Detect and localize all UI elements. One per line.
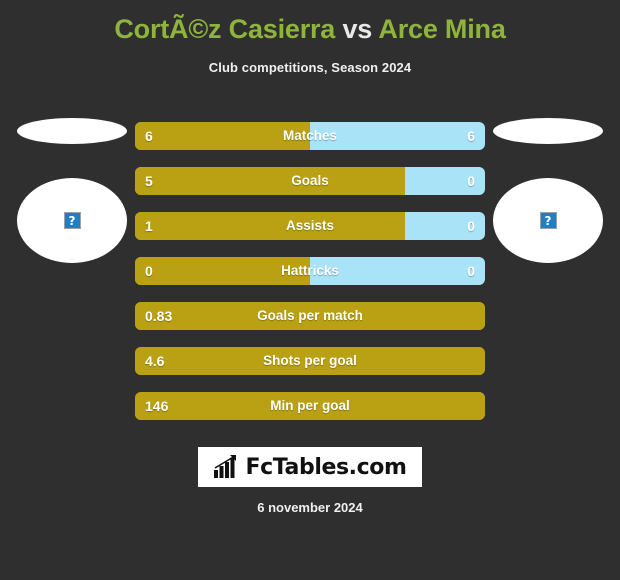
player-home-photo: ? <box>17 118 127 268</box>
fctables-logo[interactable]: FcTables.com <box>198 447 422 487</box>
stat-row: 146 Min per goal <box>135 392 485 420</box>
stat-row: 0.83 Goals per match <box>135 302 485 330</box>
stat-label: Matches <box>282 128 338 143</box>
stat-value-away: 0 <box>467 263 475 279</box>
stat-label: Min per goal <box>270 398 350 413</box>
stat-label: Goals <box>291 173 329 188</box>
title-player-away: Arce Mina <box>378 14 506 44</box>
stat-row: 0 Hattricks 0 <box>135 257 485 285</box>
stat-row: 6 Matches 6 <box>135 122 485 150</box>
title-player-home: CortÃ©z Casierra <box>114 14 336 44</box>
stat-row: 1 Assists 0 <box>135 212 485 240</box>
generated-date: 6 november 2024 <box>257 500 363 515</box>
photo-top-ellipse <box>493 118 603 144</box>
broken-image-glyph: ? <box>68 213 76 228</box>
title-versus: vs <box>342 14 373 44</box>
stat-label: Assists <box>285 218 335 233</box>
bar-chart-arrow-icon <box>214 455 237 478</box>
fctables-logo-text: FcTables.com <box>245 454 407 480</box>
stat-row: 4.6 Shots per goal <box>135 347 485 375</box>
header: CortÃ©z Casierra vs Arce Mina Club compe… <box>0 0 620 75</box>
stat-label: Goals per match <box>257 308 363 323</box>
broken-image-glyph: ? <box>544 213 552 228</box>
page-subtitle: Club competitions, Season 2024 <box>208 60 412 75</box>
stat-label: Shots per goal <box>263 353 357 368</box>
stat-comparison-chart: 6 Matches 6 5 Goals 0 1 Assists 0 0 Hattricks 0 0.83… <box>135 122 485 437</box>
photo-circle: ? <box>17 178 127 263</box>
stat-value-away: 0 <box>467 218 475 234</box>
broken-image-icon: ? <box>539 212 557 229</box>
player-away-photo: ? <box>493 118 603 268</box>
stat-row: 5 Goals 0 <box>135 167 485 195</box>
stat-label: Hattricks <box>281 263 339 278</box>
photo-top-ellipse <box>17 118 127 144</box>
stat-value-away: 0 <box>467 173 475 189</box>
photo-circle: ? <box>493 178 603 263</box>
stat-value-away: 6 <box>467 128 475 144</box>
page-title: CortÃ©z Casierra vs Arce Mina <box>0 12 620 46</box>
broken-image-icon: ? <box>63 212 81 229</box>
